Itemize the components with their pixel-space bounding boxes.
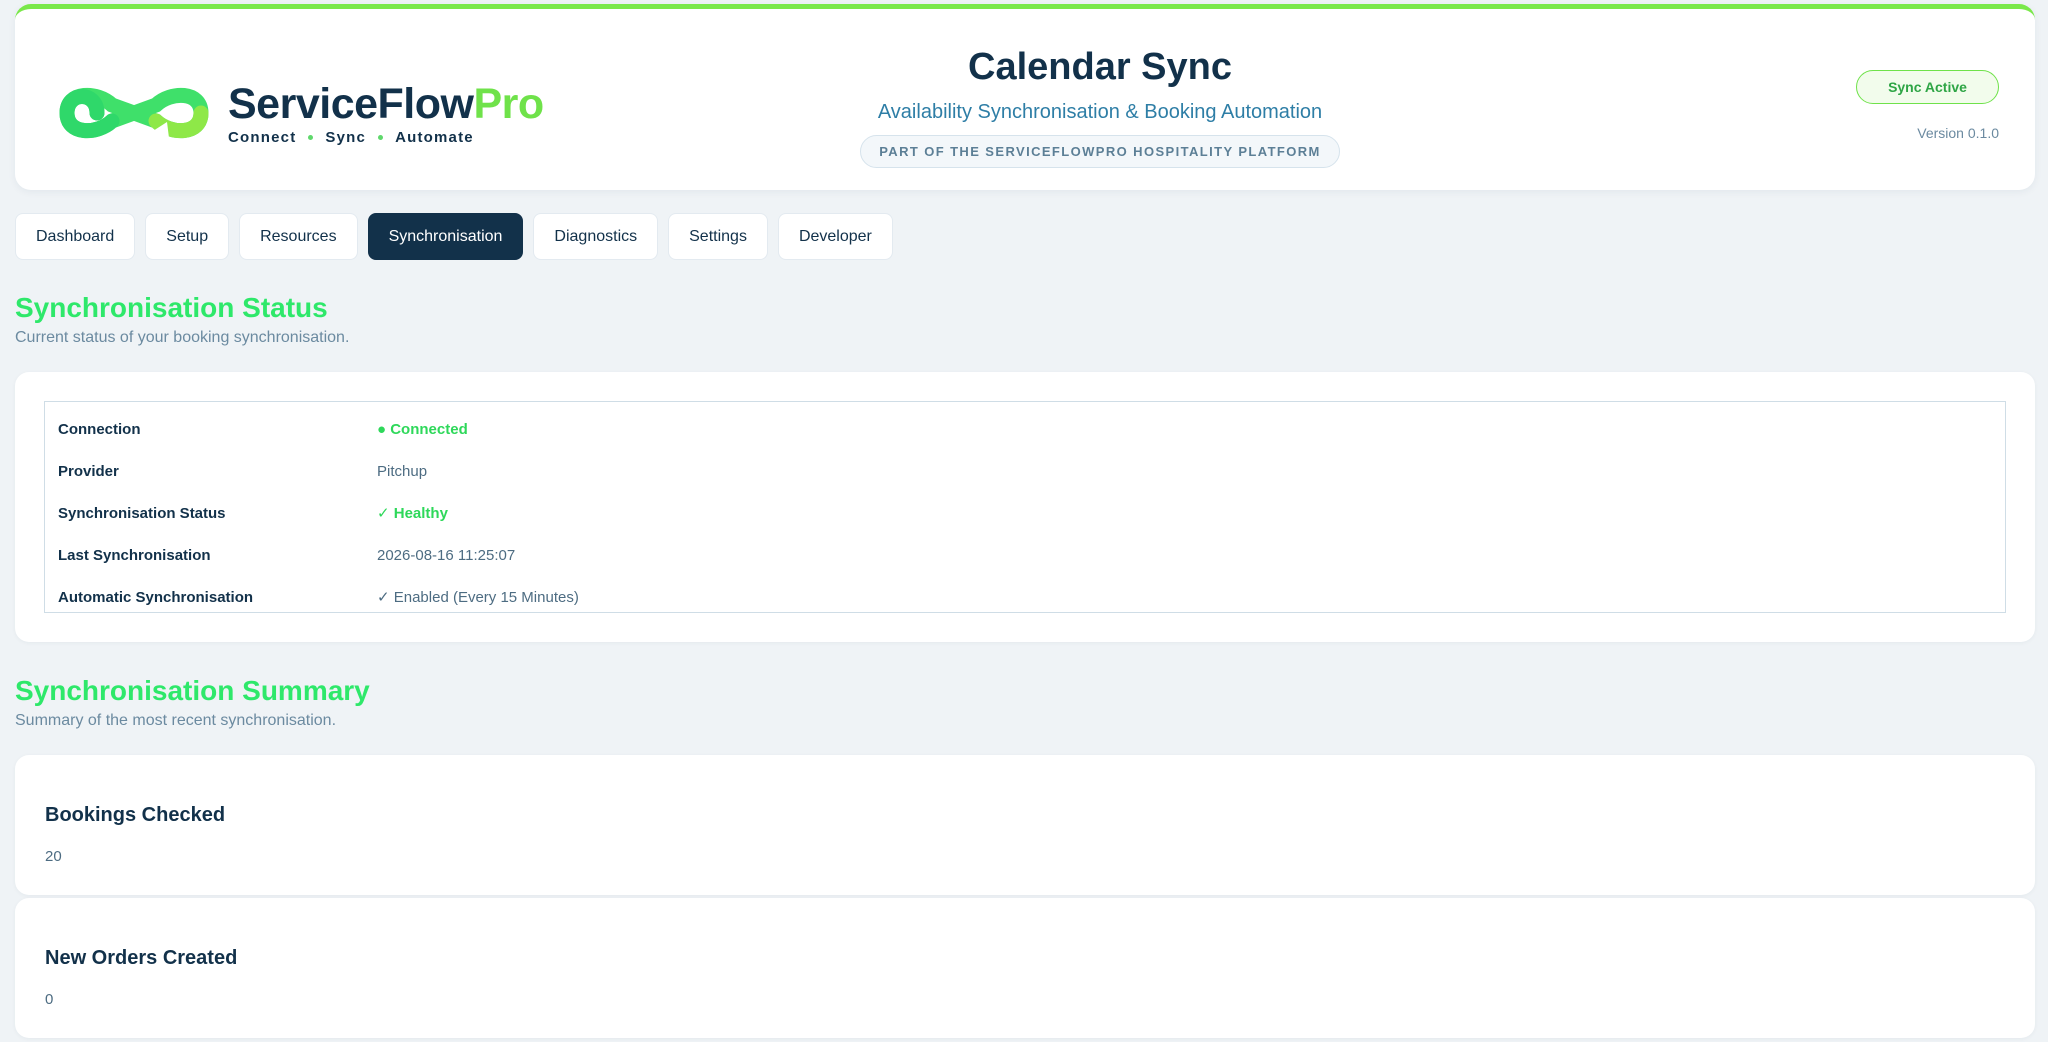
row-label: Connection [58, 420, 141, 438]
status-section-title: Synchronisation Status [15, 292, 328, 323]
table-row: Synchronisation Status ✓ Healthy [45, 492, 2005, 534]
platform-badge: PART OF THE SERVICEFLOWPRO HOSPITALITY P… [860, 135, 1340, 168]
app-subtitle: Availability Synchronisation & Booking A… [877, 101, 1323, 123]
tagline-dot-icon [308, 134, 314, 140]
app-title: Calendar Sync [968, 46, 1232, 88]
row-label: Last Synchronisation [58, 546, 211, 564]
metric-card-new-orders: New Orders Created 0 [15, 898, 2035, 1038]
metric-value: 0 [45, 991, 54, 1008]
metric-value: 20 [45, 848, 62, 865]
app-header: ServiceFlowPro Connect Sync Automate Cal… [15, 4, 2035, 190]
status-card: Connection ● Connected Provider Pitchup … [15, 372, 2035, 642]
row-label: Automatic Synchronisation [58, 588, 254, 606]
tab-settings[interactable]: Settings [668, 213, 768, 260]
tagline-word: Connect [228, 128, 297, 146]
tab-resources[interactable]: Resources [239, 213, 358, 260]
version-label: Version 0.1.0 [1917, 125, 1999, 141]
status-table: Connection ● Connected Provider Pitchup … [44, 401, 2006, 613]
tab-synchronisation[interactable]: Synchronisation [367, 213, 524, 260]
brand-name-part2: Pro [473, 79, 544, 128]
row-label: Provider [58, 462, 119, 480]
metric-title: New Orders Created [45, 947, 238, 969]
row-label: Synchronisation Status [58, 504, 226, 522]
last-sync-value: 2026-08-16 11:25:07 [377, 546, 516, 564]
tagline-dot-icon [378, 134, 384, 140]
tab-diagnostics[interactable]: Diagnostics [533, 213, 659, 260]
table-row: Connection ● Connected [45, 408, 2005, 450]
tab-developer[interactable]: Developer [777, 213, 893, 260]
auto-sync-value: ✓ Enabled (Every 15 Minutes) [377, 589, 579, 606]
connection-value: ● Connected [377, 420, 468, 438]
page: ServiceFlowPro Connect Sync Automate Cal… [0, 0, 2048, 1042]
header-center: Calendar Sync Availability Synchronisati… [695, 45, 1505, 168]
sync-status-pill: Sync Active [1856, 70, 1999, 104]
table-row: Provider Pitchup [45, 450, 2005, 492]
summary-section-title: Synchronisation Summary [15, 675, 370, 706]
main-tabs: Dashboard Setup Resources Synchronisatio… [15, 213, 893, 260]
tab-setup[interactable]: Setup [145, 213, 230, 260]
brand-name-part1: ServiceFlow [228, 79, 474, 128]
status-section-description: Current status of your booking synchroni… [15, 329, 350, 346]
tagline-word: Automate [395, 128, 474, 146]
summary-section-description: Summary of the most recent synchronisati… [15, 712, 337, 729]
table-row: Automatic Synchronisation ✓ Enabled (Eve… [45, 576, 2005, 618]
infinity-logo-icon [59, 87, 209, 139]
brand-name: ServiceFlowPro [228, 81, 544, 127]
provider-value: Pitchup [377, 462, 428, 480]
brand-tagline: Connect Sync Automate [228, 129, 544, 146]
metric-title: Bookings Checked [45, 804, 226, 826]
brand-logo: ServiceFlowPro Connect Sync Automate [57, 75, 544, 151]
sync-status-value: ✓ Healthy [377, 505, 448, 522]
tab-dashboard[interactable]: Dashboard [15, 213, 136, 260]
tagline-word: Sync [325, 128, 367, 146]
table-row: Last Synchronisation 2026-08-16 11:25:07 [45, 534, 2005, 576]
metric-card-bookings-checked: Bookings Checked 20 [15, 755, 2035, 895]
